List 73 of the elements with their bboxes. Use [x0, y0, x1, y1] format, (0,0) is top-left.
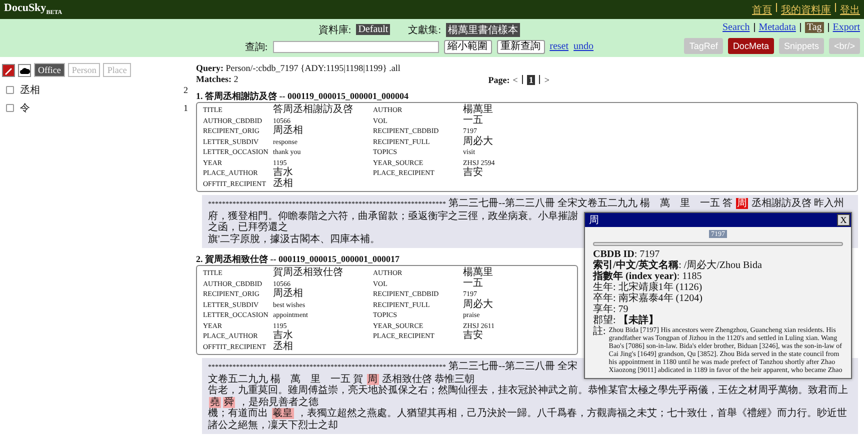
database-name: Default — [356, 24, 390, 35]
field-value: 吉水 — [273, 168, 294, 178]
field-value: 吉水 — [273, 331, 294, 341]
field-value: 一五 — [463, 116, 484, 126]
person-tag[interactable]: 周 — [736, 198, 748, 209]
field-value: 楊萬里 — [463, 268, 494, 278]
view-link[interactable]: Tag — [804, 22, 824, 33]
checkbox[interactable] — [6, 104, 14, 112]
note-label: 註: — [593, 326, 606, 338]
view-button[interactable]: DocMeta — [728, 38, 774, 54]
query-button[interactable]: 重新查詢 — [496, 40, 545, 54]
term-count: 1 — [184, 103, 188, 113]
nav-link[interactable]: 登出 — [840, 2, 860, 16]
person-detail: 指數年 (index year): 1185 — [593, 270, 702, 282]
field-value: 丞相 — [273, 178, 294, 189]
snippet-text: 機；有道而出 羲皇 ，表獨立超然之燕處。人猶望其再相，己乃決於一歸。八千爲春，方觀壽福之未艾；七十致仕，首舉《禮經》而力行。眇近世諸公之絕無，凜天下烈士之却 — [208, 408, 848, 431]
cloud-icon — [20, 66, 30, 74]
snippet-text: 府，獲登相門。仰瞻泰階之六符，曲承留款；亟返衡宇之三徑，政坐病衰。小阜摧謝之函，已拜勞還之 — [208, 210, 578, 234]
view-link[interactable]: Metadata — [758, 22, 796, 33]
person-detail: 生年: 北宋靖康1年 (1126) — [593, 282, 702, 292]
person-tag[interactable]: 堯 — [209, 396, 221, 408]
query-link[interactable]: reset — [550, 41, 569, 52]
field-value: 周丞相 — [273, 289, 304, 300]
app-logo: DocuSky$_{BETA}$ — [4, 2, 62, 17]
field-value: 吉安 — [463, 331, 484, 342]
query-text: Query: Person/-:cbdb_7197 {ADY:1195|1198|1199} .all — [196, 63, 402, 74]
field-value: 周必大 — [463, 136, 494, 147]
field-value: 丞相 — [273, 342, 294, 352]
record-title: 1. 答周丞相謝訪及啓 -- 000119_000015_000001_000004 — [196, 90, 410, 102]
corpus-name: 楊萬里書信樣本 — [446, 22, 520, 36]
database-label: 資料庫: — [318, 24, 352, 36]
view-link[interactable]: Export — [832, 22, 860, 33]
prev-page-link[interactable]: < — [512, 74, 518, 84]
query-link[interactable]: undo — [574, 41, 594, 52]
pencil-icon — [4, 66, 13, 74]
query-field[interactable] — [272, 40, 439, 52]
person-tag[interactable]: 羲皇 — [272, 408, 294, 419]
query-label: 查詢: — [244, 40, 268, 54]
person-detail: 享年: 79 — [593, 304, 628, 314]
query-button[interactable]: 縮小範圍 — [444, 40, 492, 54]
page-number[interactable]: 1 — [526, 74, 536, 84]
field-value: 一五 — [463, 278, 484, 289]
field-value: 答周丞相謝訪及啓 — [273, 105, 354, 116]
nav-link[interactable]: 首頁 — [752, 2, 772, 16]
person-tag[interactable]: 周 — [366, 374, 378, 384]
close-button[interactable]: X — [837, 214, 850, 226]
record-title: 2. 賀周丞相致仕啓 -- 000119_000015_000001_000017 — [196, 253, 400, 265]
field-value: 楊萬里 — [463, 105, 494, 115]
snippet-text: 旗'二字原脫，據汲古閣本、四庫本補。 — [208, 234, 381, 245]
field-value: 周必大 — [463, 300, 494, 310]
term-label: 令 — [20, 102, 31, 115]
person-detail: 卒年: 南宋嘉泰4年 (1204) — [593, 292, 702, 304]
edit-button[interactable] — [2, 64, 15, 76]
term-count: 2 — [184, 85, 188, 95]
field-value: 賀周丞相致仕啓 — [273, 268, 344, 278]
snippet-text: 告老，九重莫回。雖周傅益崇，亮天地於孤保之右；然陶仙徑去，挂衣冠於神武之前。恭惟某官太極之學先乎兩儀，王佐之材周乎萬物。致君而上 堯 舜 ，是殆見善者之德 — [208, 385, 849, 408]
next-page-link[interactable]: > — [544, 74, 550, 84]
nav-link[interactable]: 我的資料庫 — [781, 2, 831, 16]
category-tab[interactable]: Office — [34, 63, 65, 77]
field-value: 吉安 — [463, 168, 484, 178]
corpus-label: 文獻集: — [408, 24, 441, 36]
person-detail: CBDB ID: 7197 — [593, 248, 660, 260]
person-detail: 索引/中文/英文名稱: /周必大/Zhou Bida — [593, 260, 762, 270]
cloud-button[interactable] — [18, 64, 31, 76]
person-detail: 郡望: 【未詳】 — [593, 314, 658, 326]
matches-text: Matches: 2 — [196, 74, 238, 85]
person-tag[interactable]: 舜 — [223, 396, 235, 408]
view-link[interactable]: Search — [722, 22, 750, 33]
page-label: Page: — [488, 74, 510, 84]
popup-title: 周 — [589, 214, 599, 226]
field-value: 周丞相 — [273, 126, 304, 136]
term-label: 丞相 — [20, 84, 41, 97]
checkbox[interactable] — [6, 86, 14, 94]
